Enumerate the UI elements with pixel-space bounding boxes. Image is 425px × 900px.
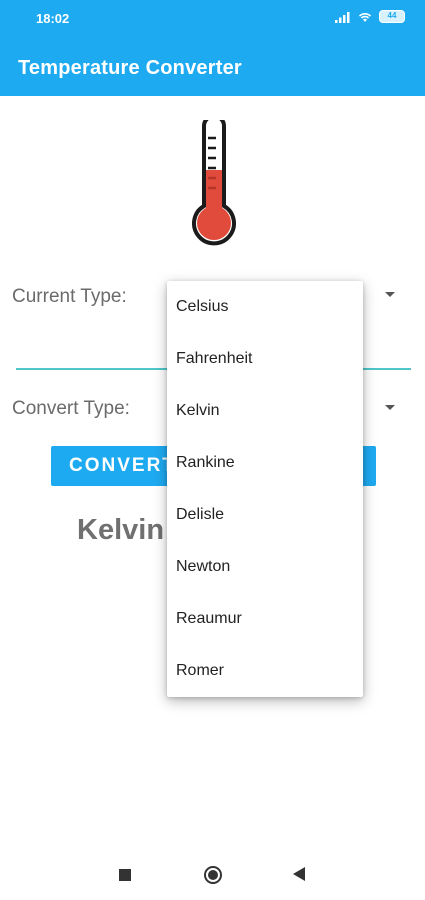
status-bar: 18:02 44: [0, 0, 425, 38]
app-bar: Temperature Converter: [0, 38, 425, 96]
signal-icon: [335, 11, 350, 23]
status-time: 18:02: [36, 11, 70, 26]
result-text: Kelvin: [77, 514, 165, 546]
current-type-dropdown-arrow-icon[interactable]: [385, 292, 395, 297]
home-icon[interactable]: [204, 866, 222, 884]
back-icon[interactable]: [293, 867, 305, 881]
navigation-bar: [0, 846, 425, 900]
current-type-dropdown-menu: Celsius Fahrenheit Kelvin Rankine Delisl…: [167, 281, 363, 697]
battery-icon: 44: [379, 10, 405, 23]
dropdown-option-newton[interactable]: Newton: [167, 541, 363, 593]
current-type-label: Current Type:: [12, 286, 127, 307]
dropdown-option-fahrenheit[interactable]: Fahrenheit: [167, 333, 363, 385]
convert-type-label: Convert Type:: [12, 398, 130, 419]
dropdown-option-romer[interactable]: Romer: [167, 645, 363, 697]
status-icons: 44: [335, 10, 405, 23]
thermometer-icon: [192, 120, 236, 246]
convert-type-dropdown-arrow-icon[interactable]: [385, 405, 395, 410]
dropdown-option-delisle[interactable]: Delisle: [167, 489, 363, 541]
app-title: Temperature Converter: [18, 57, 242, 79]
wifi-icon: [358, 12, 372, 22]
recent-apps-icon[interactable]: [119, 869, 131, 881]
dropdown-option-reaumur[interactable]: Reaumur: [167, 593, 363, 645]
dropdown-option-kelvin[interactable]: Kelvin: [167, 385, 363, 437]
dropdown-option-rankine[interactable]: Rankine: [167, 437, 363, 489]
dropdown-option-celsius[interactable]: Celsius: [167, 281, 363, 333]
